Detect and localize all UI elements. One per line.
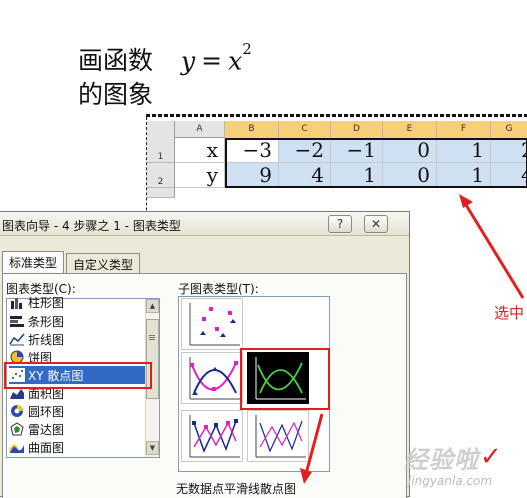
list-item-label: 曲面图 (28, 440, 65, 455)
column-header-d[interactable]: D (331, 121, 383, 138)
column-header-e[interactable]: E (383, 121, 437, 138)
list-item-surface[interactable]: 曲面图 (9, 438, 147, 456)
subtype-lines-markers[interactable] (181, 410, 243, 462)
line-chart-icon (9, 332, 25, 346)
doughnut-chart-icon (9, 404, 25, 418)
cell-a2[interactable]: y (175, 163, 225, 188)
annotation-arrow-icon (459, 194, 525, 299)
column-header-g[interactable]: G (491, 121, 527, 138)
scroll-up-icon[interactable]: ▲ (146, 299, 159, 313)
list-item-bar[interactable]: 条形图 (9, 312, 147, 330)
list-item-radar[interactable]: 雷达图 (9, 420, 147, 438)
dialog-title: 图表向导 - 4 步骤之 1 - 图表类型 (2, 219, 181, 233)
scroll-down-icon[interactable]: ▼ (146, 441, 159, 455)
cell-g2[interactable]: 4 (491, 163, 527, 188)
list-item-label: 柱形图 (28, 295, 65, 310)
cell-e1[interactable]: 0 (383, 138, 437, 163)
list-item-line[interactable]: 折线图 (9, 330, 147, 348)
column-chart-icon (9, 295, 25, 309)
cell-c1[interactable]: −2 (279, 138, 331, 163)
heading-line1: 画函数 (78, 46, 154, 76)
column-header-row: A B C D E F G (147, 121, 527, 138)
list-item-label: 雷达图 (28, 422, 65, 437)
subtype-label: 子图表类型(T): (178, 282, 259, 296)
list-item-label: 条形图 (28, 314, 65, 329)
radar-chart-icon (9, 422, 25, 436)
subtype-lines-markers-icon (189, 415, 240, 458)
cell-d2[interactable]: 1 (331, 163, 383, 188)
list-item-label: 折线图 (28, 332, 65, 347)
subtype-smooth-markers[interactable] (181, 352, 243, 404)
formula-exponent: 2 (242, 40, 252, 58)
cell-g1[interactable]: 2 (491, 138, 527, 163)
subtype-scatter-markers[interactable] (181, 298, 243, 350)
surface-chart-icon (9, 440, 25, 454)
close-button[interactable]: ✕ (364, 215, 388, 233)
tab-standard-types[interactable]: 标准类型 (2, 251, 65, 273)
formula: y = x2 (181, 38, 252, 78)
column-header-f[interactable]: F (437, 121, 491, 138)
watermark-check-icon: ✓ (480, 442, 502, 472)
watermark-url: jingyanla.com (408, 474, 493, 488)
formula-x: x (228, 46, 243, 76)
cell-a1[interactable]: x (175, 138, 225, 163)
formula-eq: = (201, 46, 223, 76)
column-header-b[interactable]: B (225, 121, 279, 138)
list-item-column[interactable]: 柱形图 (9, 293, 147, 311)
annotation-arrow-down-icon (300, 413, 324, 484)
subtype-description: 无数据点平滑线散点图 (176, 482, 297, 496)
row-header-1[interactable]: 1 (147, 138, 175, 163)
scroll-grip-icon (149, 335, 155, 336)
subtype-smooth-markers-icon (189, 357, 240, 400)
cell-b2[interactable]: 9 (225, 163, 279, 188)
list-item-label: 圆环图 (28, 404, 65, 419)
heading-line2: 的图象 (78, 80, 154, 110)
cell-d1[interactable]: −1 (331, 138, 383, 163)
annotation-select-note: 选中 (494, 304, 525, 322)
row-header-2[interactable]: 2 (147, 163, 175, 188)
cell-f1[interactable]: 1 (437, 138, 491, 163)
list-item-doughnut[interactable]: 圆环图 (9, 402, 147, 420)
subtype-scatter-markers-icon (189, 303, 240, 346)
cell-b1[interactable]: −3 (225, 138, 279, 163)
dialog-tabs: 标准类型 自定义类型 (2, 251, 142, 273)
cell-e2[interactable]: 0 (383, 163, 437, 188)
row-header-3[interactable] (147, 188, 175, 198)
column-header-c[interactable]: C (279, 121, 331, 138)
dialog-titlebar[interactable]: 图表向导 - 4 步骤之 1 - 图表类型 ? ✕ (0, 212, 409, 236)
document-heading: 画函数 y = x2 的图象 (78, 38, 252, 112)
tab-custom-types[interactable]: 自定义类型 (66, 253, 141, 273)
highlight-subtype (240, 348, 330, 410)
bar-chart-icon (9, 314, 25, 328)
column-header-a[interactable]: A (175, 121, 225, 138)
highlight-xy-scatter (4, 362, 152, 389)
cell-f2[interactable]: 1 (437, 163, 491, 188)
formula-y: y (181, 46, 196, 76)
help-button[interactable]: ? (328, 215, 352, 233)
cell-c2[interactable]: 4 (279, 163, 331, 188)
select-all-corner[interactable] (147, 121, 175, 138)
watermark: 经验啦 (404, 446, 479, 474)
